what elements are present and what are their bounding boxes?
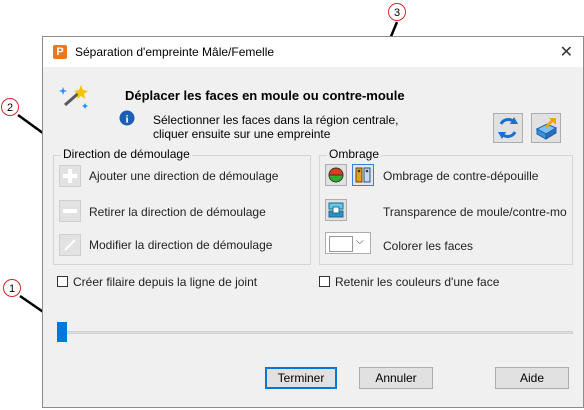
mold-transparency-icon [328, 202, 344, 218]
block-arrow-icon [535, 118, 558, 140]
callout-3: 3 [388, 3, 406, 21]
window-title: Séparation d'empreinte Mâle/Femelle [75, 45, 275, 59]
cancel-button[interactable]: Annuler [359, 367, 433, 389]
face-color-picker[interactable]: ⌵ [325, 232, 371, 254]
swap-direction-button[interactable] [493, 113, 523, 143]
remove-direction-button[interactable]: Retirer la direction de démoulage [89, 205, 266, 219]
remove-direction-icon [59, 200, 81, 222]
app-icon: P [53, 45, 67, 59]
info-icon: i [119, 110, 135, 126]
callout-1: 1 [3, 279, 21, 297]
direction-group-label: Direction de démoulage [61, 147, 192, 161]
dialog: P Séparation d'empreinte Mâle/Femelle ✕ … [42, 36, 584, 408]
callout-2: 2 [1, 98, 19, 116]
color-faces-label: Colorer les faces [383, 239, 474, 253]
info-text-line1: Sélectionner les faces dans la région ce… [153, 113, 399, 127]
draft-shading-button[interactable] [325, 164, 347, 186]
swap-arrows-icon [498, 117, 518, 139]
slider-thumb[interactable] [57, 322, 67, 342]
keep-colors-checkbox[interactable] [319, 276, 330, 287]
edit-direction-button[interactable]: Modifier la direction de démoulage [89, 238, 272, 252]
svg-text:i: i [125, 114, 128, 126]
shading-group-label: Ombrage [327, 147, 382, 161]
slider-track[interactable] [57, 331, 573, 334]
magic-wand-icon [59, 85, 88, 109]
color-swatch [329, 236, 353, 252]
keep-colors-label: Retenir les couleurs d'une face [335, 275, 500, 289]
draft-analysis-icon [355, 167, 371, 183]
draft-analysis-button[interactable] [352, 164, 374, 186]
info-text-line2: cliquer ensuite sur une empreinte [153, 127, 331, 141]
add-direction-button[interactable]: Ajouter une direction de démoulage [89, 169, 278, 183]
add-direction-icon [59, 165, 81, 187]
draft-shading-label: Ombrage de contre-dépouille [383, 169, 539, 183]
edit-direction-icon [59, 234, 81, 256]
help-button[interactable]: Aide [495, 367, 569, 389]
assign-faces-button[interactable] [531, 113, 561, 143]
create-wireframe-label: Créer filaire depuis la ligne de joint [73, 275, 258, 289]
title-bar: P Séparation d'empreinte Mâle/Femelle ✕ [43, 37, 583, 67]
chevron-down-icon: ⌵ [356, 236, 364, 247]
dialog-heading: Déplacer les faces en moule ou contre-mo… [125, 88, 405, 103]
finish-button[interactable]: Terminer [265, 367, 337, 389]
transparency-button[interactable] [325, 199, 347, 221]
create-wireframe-checkbox[interactable] [57, 276, 68, 287]
close-button[interactable]: ✕ [560, 42, 573, 62]
transparency-label: Transparence de moule/contre-mo [383, 205, 567, 219]
half-circle-icon [328, 167, 344, 183]
